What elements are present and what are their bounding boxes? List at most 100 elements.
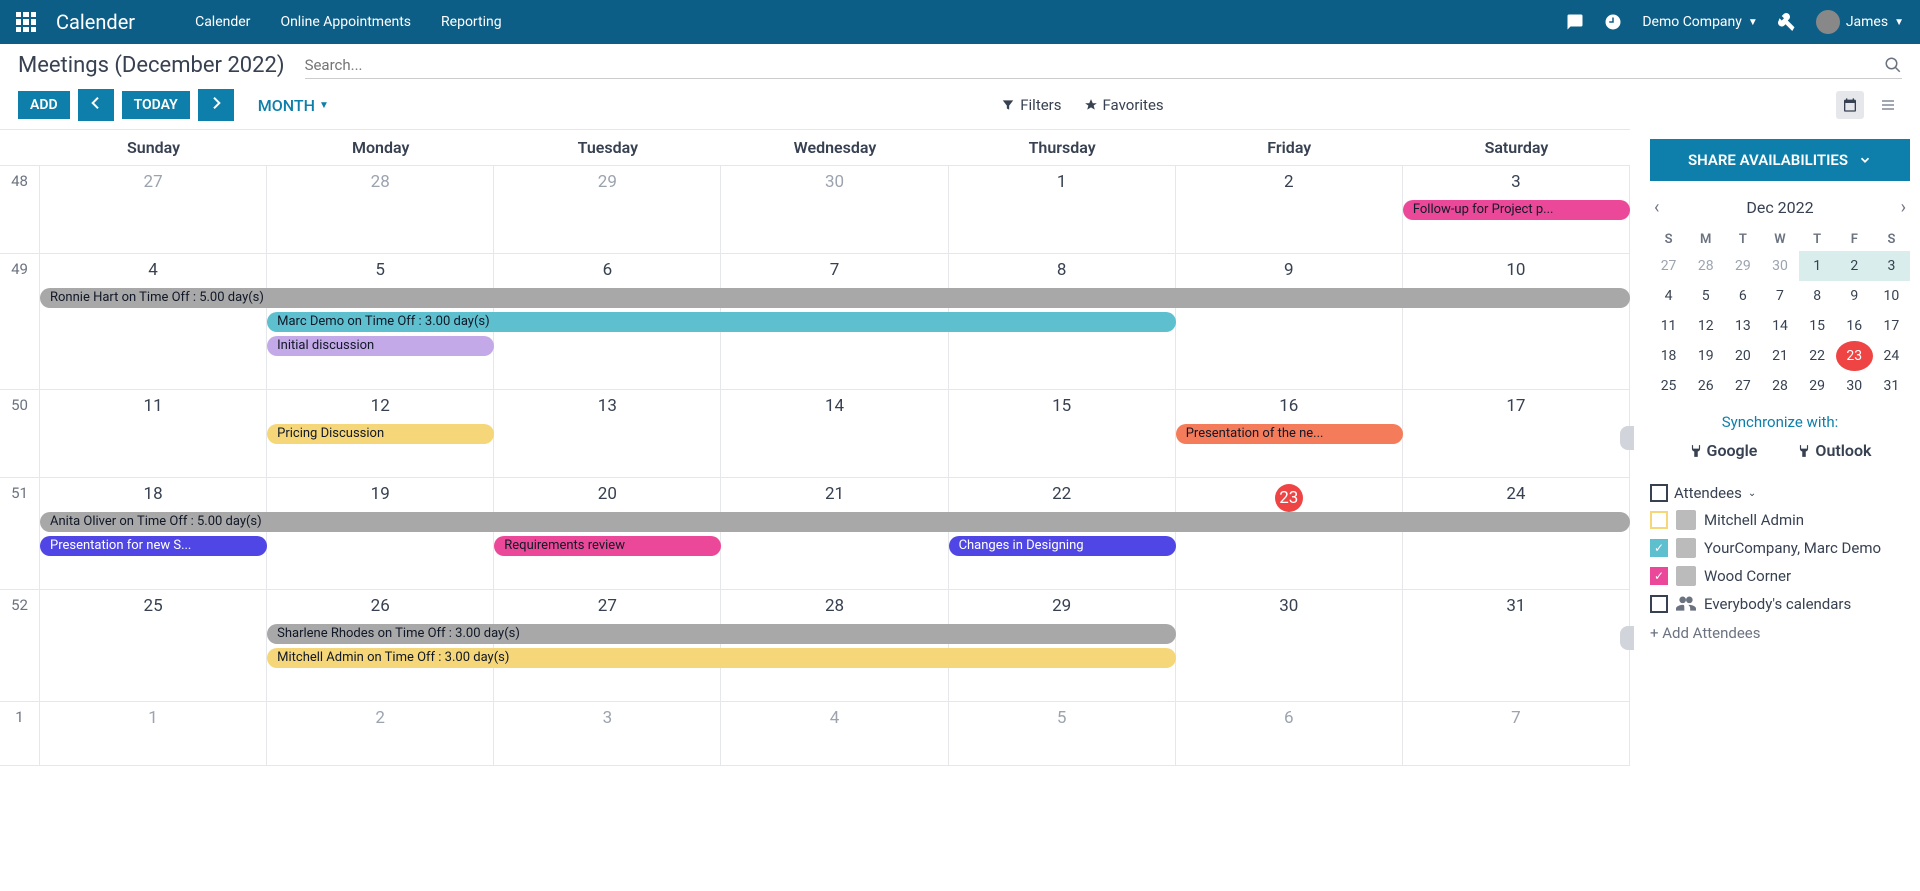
day-cell[interactable]: 13 [494, 390, 721, 477]
day-cell[interactable]: 30 [721, 166, 948, 253]
mini-day-cell[interactable]: 6 [1724, 281, 1761, 311]
mini-day-cell[interactable]: 25 [1650, 371, 1687, 401]
mini-day-cell[interactable]: 15 [1799, 311, 1836, 341]
nav-link-online-appointments[interactable]: Online Appointments [280, 14, 411, 30]
event-pill[interactable]: Anita Oliver on Time Off : 5.00 day(s) [40, 512, 1630, 532]
mini-day-cell[interactable]: 7 [1761, 281, 1798, 311]
day-cell[interactable]: 9 [1176, 254, 1403, 389]
event-pill[interactable]: Marc Demo on Time Off : 3.00 day(s) [267, 312, 1176, 332]
mini-day-cell[interactable]: 4 [1650, 281, 1687, 311]
day-cell[interactable]: 11 [40, 390, 267, 477]
day-cell[interactable]: 2 [1176, 166, 1403, 253]
day-cell[interactable]: 3 [494, 702, 721, 765]
day-cell[interactable]: 29 [494, 166, 721, 253]
day-cell[interactable]: 28 [721, 590, 948, 701]
mini-day-cell[interactable]: 20 [1724, 341, 1761, 371]
mini-day-cell[interactable]: 26 [1687, 371, 1724, 401]
mini-day-cell[interactable]: 29 [1799, 371, 1836, 401]
mini-day-cell[interactable]: 2 [1836, 251, 1873, 281]
day-cell[interactable]: 26 [267, 590, 494, 701]
mini-day-cell[interactable]: 27 [1724, 371, 1761, 401]
event-pill[interactable]: Sharlene Rhodes on Time Off : 3.00 day(s… [267, 624, 1176, 644]
app-title[interactable]: Calender [56, 10, 135, 34]
add-attendees-button[interactable]: + Add Attendees [1650, 624, 1910, 642]
attendees-toggle[interactable]: Attendees ⌄ [1650, 484, 1910, 502]
day-cell[interactable]: 17 [1403, 390, 1630, 477]
mini-day-cell[interactable]: 10 [1873, 281, 1910, 311]
event-pill[interactable]: Mitchell Admin on Time Off : 3.00 day(s) [267, 648, 1176, 668]
nav-link-reporting[interactable]: Reporting [441, 14, 502, 30]
company-selector[interactable]: Demo Company ▼ [1642, 14, 1757, 30]
mini-day-cell[interactable]: 30 [1761, 251, 1798, 281]
apps-icon[interactable] [16, 12, 36, 32]
event-pill[interactable]: Ronnie Hart on Time Off : 5.00 day(s) [40, 288, 1630, 308]
mini-day-cell[interactable]: 27 [1650, 251, 1687, 281]
day-cell[interactable]: 31 [1403, 590, 1630, 701]
day-cell[interactable]: 1 [40, 702, 267, 765]
mini-prev-button[interactable]: ‹ [1654, 197, 1659, 218]
mini-day-cell[interactable]: 13 [1724, 311, 1761, 341]
mini-day-cell[interactable]: 21 [1761, 341, 1798, 371]
view-selector[interactable]: MONTH ▼ [258, 96, 329, 115]
attendee-item[interactable]: Everybody's calendars [1650, 594, 1910, 614]
calendar-view-button[interactable] [1836, 91, 1864, 119]
attendee-item[interactable]: ✓Wood Corner [1650, 566, 1910, 586]
nav-link-calender[interactable]: Calender [195, 14, 250, 30]
day-cell[interactable]: 10 [1403, 254, 1630, 389]
day-cell[interactable]: 1 [949, 166, 1176, 253]
day-cell[interactable]: 6 [1176, 702, 1403, 765]
sync-google-button[interactable]: Google [1689, 441, 1758, 460]
share-availabilities-button[interactable]: SHARE AVAILABILITIES [1650, 139, 1910, 181]
day-cell[interactable]: 21 [721, 478, 948, 589]
day-cell[interactable]: 20 [494, 478, 721, 589]
mini-day-cell[interactable]: 28 [1687, 251, 1724, 281]
day-cell[interactable]: 25 [40, 590, 267, 701]
mini-day-cell[interactable]: 24 [1873, 341, 1910, 371]
day-cell[interactable]: 22 [949, 478, 1176, 589]
mini-next-button[interactable]: › [1901, 197, 1906, 218]
day-cell[interactable]: 27 [40, 166, 267, 253]
mini-day-cell[interactable]: 3 [1873, 251, 1910, 281]
prev-button[interactable] [78, 89, 114, 121]
day-cell[interactable]: 23 [1176, 478, 1403, 589]
list-view-button[interactable] [1874, 91, 1902, 119]
search-input[interactable] [305, 56, 1884, 74]
activity-icon[interactable] [1604, 13, 1622, 31]
mini-day-cell[interactable]: 16 [1836, 311, 1873, 341]
event-pill[interactable]: Initial discussion [267, 336, 494, 356]
mini-day-cell[interactable]: 17 [1873, 311, 1910, 341]
today-button[interactable]: TODAY [122, 91, 190, 119]
attendee-item[interactable]: ✓YourCompany, Marc Demo [1650, 538, 1910, 558]
event-pill[interactable]: Presentation for new S... [40, 536, 267, 556]
mini-day-cell[interactable]: 22 [1799, 341, 1836, 371]
messages-icon[interactable] [1566, 13, 1584, 31]
event-pill[interactable]: Requirements review [494, 536, 721, 556]
day-cell[interactable]: 7 [1403, 702, 1630, 765]
day-cell[interactable]: 24 [1403, 478, 1630, 589]
overflow-marker[interactable] [1620, 426, 1634, 450]
day-cell[interactable]: 29 [949, 590, 1176, 701]
day-cell[interactable]: 19 [267, 478, 494, 589]
day-cell[interactable]: 4 [721, 702, 948, 765]
event-pill[interactable]: Changes in Designing [949, 536, 1176, 556]
tools-icon[interactable] [1778, 13, 1796, 31]
mini-day-cell[interactable]: 12 [1687, 311, 1724, 341]
event-pill[interactable]: Follow-up for Project p... [1403, 200, 1630, 220]
mini-day-cell[interactable]: 29 [1724, 251, 1761, 281]
mini-day-cell[interactable]: 28 [1761, 371, 1798, 401]
mini-day-cell[interactable]: 23 [1836, 341, 1873, 371]
attendee-item[interactable]: Mitchell Admin [1650, 510, 1910, 530]
day-cell[interactable]: 30 [1176, 590, 1403, 701]
event-pill[interactable]: Presentation of the ne... [1176, 424, 1403, 444]
mini-day-cell[interactable]: 5 [1687, 281, 1724, 311]
day-cell[interactable]: 28 [267, 166, 494, 253]
mini-day-cell[interactable]: 31 [1873, 371, 1910, 401]
day-cell[interactable]: 27 [494, 590, 721, 701]
event-pill[interactable]: Pricing Discussion [267, 424, 494, 444]
favorites-button[interactable]: Favorites [1084, 96, 1164, 114]
day-cell[interactable]: 4 [40, 254, 267, 389]
mini-day-cell[interactable]: 9 [1836, 281, 1873, 311]
overflow-marker[interactable] [1620, 626, 1634, 650]
mini-day-cell[interactable]: 18 [1650, 341, 1687, 371]
mini-day-cell[interactable]: 14 [1761, 311, 1798, 341]
